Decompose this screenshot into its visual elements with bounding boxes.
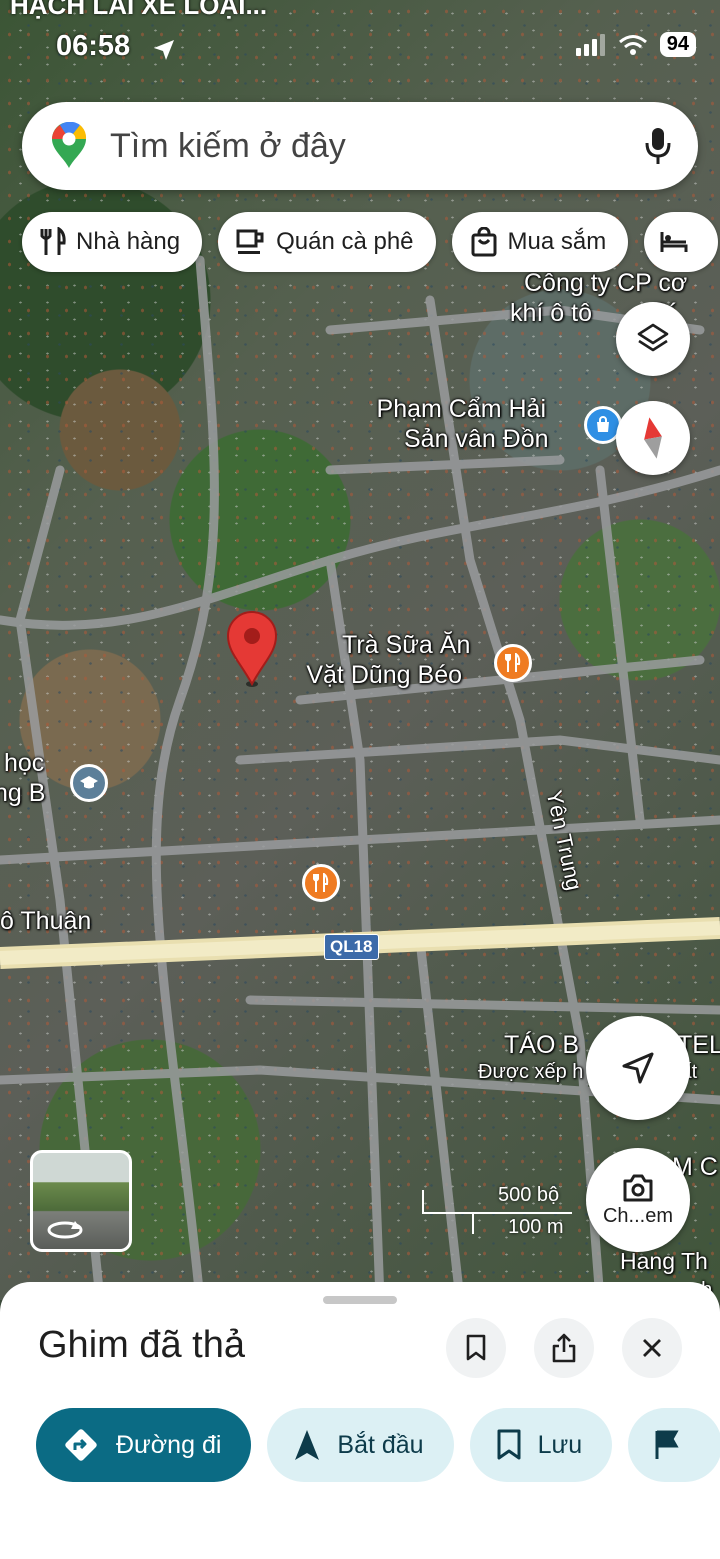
scale-meters: 100 m — [508, 1216, 564, 1238]
map-label-school-line1: học — [4, 749, 45, 777]
layers-icon — [637, 323, 669, 352]
start-button[interactable]: Bắt đầu — [267, 1408, 454, 1482]
route-shield-ql18: QL18 — [324, 934, 379, 960]
flag-icon — [655, 1430, 679, 1459]
bed-icon — [660, 232, 688, 252]
status-bar: HẠCH LÁI XE LOẠI... 06:58 94 — [0, 0, 720, 62]
lens-button[interactable]: Ch...em — [586, 1148, 690, 1252]
compass-icon — [644, 417, 662, 459]
restaurant-poi-icon-2[interactable] — [302, 864, 340, 902]
map-label-milk-tea-line2: Vặt Dũng Béo — [306, 661, 463, 689]
map-label-school[interactable]: học ng B — [0, 748, 45, 808]
share-icon — [552, 1333, 576, 1363]
battery-indicator: 94 — [659, 32, 696, 57]
close-button[interactable] — [622, 1318, 682, 1378]
map-label-seafood[interactable]: Phạm Cẩm Hải Sản vân Đồn — [374, 394, 549, 454]
cellular-signal-icon — [575, 33, 605, 56]
chip-hotels[interactable] — [644, 212, 719, 272]
map-label-seafood-line1: Phạm Cẩm Hải — [376, 395, 547, 423]
map-label-milk-tea-line1: Trà Sữa Ăn — [342, 631, 471, 659]
directions-icon — [65, 1429, 97, 1461]
map-label-hotel-line2: Được xếp h — [478, 1061, 584, 1083]
more-action-button[interactable] — [628, 1408, 720, 1482]
sheet-drag-handle[interactable] — [323, 1296, 397, 1304]
street-view-thumbnail[interactable] — [30, 1150, 132, 1252]
map-label-company-line1: Công ty CP cơ — [524, 269, 688, 297]
map-label-hotel-line1: TÁO B — [504, 1031, 580, 1059]
rotate-360-icon — [47, 1221, 83, 1239]
my-location-button[interactable] — [586, 1016, 690, 1120]
scale-feet: 500 bộ — [498, 1184, 560, 1206]
chip-shopping-label: Mua sắm — [507, 228, 607, 255]
compass-button[interactable] — [616, 401, 690, 475]
wifi-icon — [618, 34, 647, 55]
navigation-arrow-icon — [295, 1430, 320, 1460]
restaurant-icon — [40, 227, 66, 255]
save-label: Lưu — [537, 1430, 583, 1459]
camera-lens-icon — [623, 1174, 653, 1201]
map-label-co-thuan: ô Thuận — [0, 907, 92, 935]
scale-bar — [422, 1212, 572, 1214]
share-button[interactable] — [534, 1318, 594, 1378]
category-chips: Nhà hàng Quán cà phê Mua sắm — [22, 212, 719, 272]
chip-cafes[interactable]: Quán cà phê — [218, 212, 436, 272]
clipped-map-label: HẠCH LÁI XE LOẠI... — [10, 0, 268, 20]
action-buttons: Đường đi Bắt đầu Lưu — [36, 1408, 720, 1482]
layers-button[interactable] — [616, 302, 690, 376]
directions-button[interactable]: Đường đi — [36, 1408, 252, 1482]
chip-cafes-label: Quán cà phê — [276, 228, 414, 255]
start-label: Bắt đầu — [337, 1430, 424, 1459]
map-label-milk-tea[interactable]: Trà Sữa Ăn Vặt Dũng Béo — [298, 630, 470, 690]
sheet-title: Ghim đã thả — [38, 1324, 245, 1366]
shopping-bag-icon — [471, 227, 497, 257]
chip-restaurants-label: Nhà hàng — [76, 228, 181, 255]
map-label-seafood-line2: Sản vân Đồn — [404, 425, 549, 453]
lens-button-label: Ch...em — [602, 1204, 674, 1227]
save-button[interactable]: Lưu — [469, 1408, 613, 1482]
map-label-corner-2: Hang Th — [620, 1248, 708, 1274]
chip-shopping[interactable]: Mua sắm — [451, 212, 629, 272]
microphone-icon[interactable] — [644, 127, 672, 165]
directions-label: Đường đi — [116, 1430, 222, 1459]
bookmark-icon — [466, 1334, 486, 1361]
chip-restaurants[interactable]: Nhà hàng — [22, 212, 203, 272]
status-time: 06:58 — [56, 30, 131, 62]
close-icon — [643, 1339, 661, 1357]
bookmark-icon — [497, 1429, 521, 1460]
bottom-sheet: Ghim đã thả Đường đi Bắt đầu Lưu — [0, 1282, 720, 1559]
map-label-company-line2: khí ô tô — [510, 299, 592, 327]
maps-logo-icon — [52, 122, 87, 168]
school-poi-icon[interactable] — [70, 764, 108, 802]
search-bar[interactable]: Tìm kiếm ở đây — [22, 102, 698, 190]
map-label-school-line2: ng B — [0, 779, 46, 807]
restaurant-poi-icon[interactable] — [494, 644, 532, 682]
save-icon-button[interactable] — [446, 1318, 506, 1378]
location-arrow-icon — [154, 40, 174, 60]
navigation-arrow-icon — [622, 1052, 654, 1084]
dropped-pin-icon — [226, 611, 278, 687]
coffee-icon — [236, 229, 264, 254]
search-input[interactable]: Tìm kiếm ở đây — [110, 127, 644, 166]
